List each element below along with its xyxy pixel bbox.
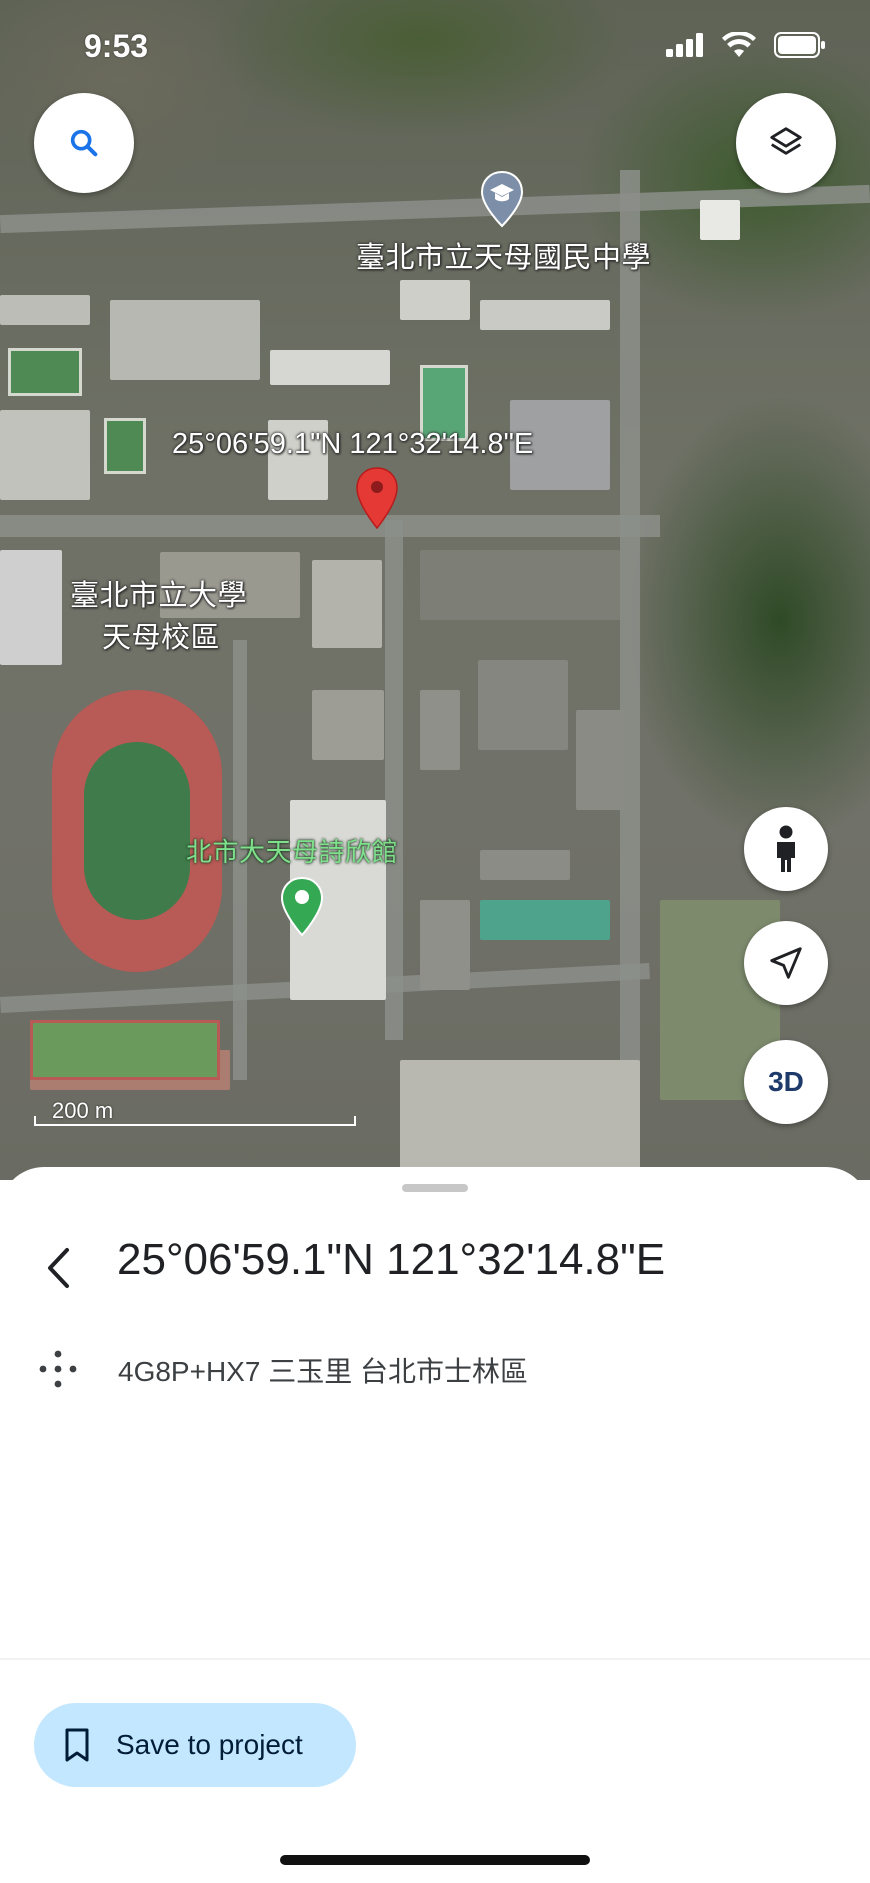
save-to-project-label: Save to project — [116, 1729, 303, 1760]
cellular-signal-icon — [666, 33, 703, 57]
status-bar: 9:53 — [0, 0, 870, 90]
map-label-poetry-hall[interactable]: 北市大天母詩欣館 — [186, 834, 398, 870]
plus-code-icon — [39, 1350, 77, 1388]
map-scale-bar — [34, 1116, 356, 1126]
map-court — [104, 418, 146, 474]
map-building — [420, 550, 620, 620]
map-building — [478, 660, 568, 750]
wifi-icon — [722, 32, 756, 57]
map-building — [312, 560, 382, 648]
layers-button[interactable] — [736, 93, 836, 193]
map-building — [400, 1060, 640, 1170]
map-building — [312, 690, 384, 760]
map-building — [0, 295, 90, 325]
chevron-left-icon — [48, 1248, 69, 1288]
satellite-map[interactable]: 臺北市立天母國民中學 臺北市立大學 天母校區 北市大天母詩欣館 25°06'59… — [0, 0, 870, 1180]
map-road — [620, 170, 640, 1180]
map-building — [420, 690, 460, 770]
green-place-pin-icon[interactable] — [278, 876, 326, 938]
map-court — [30, 1020, 220, 1080]
map-court — [8, 348, 82, 396]
status-time: 9:53 — [84, 28, 149, 64]
navigation-arrow-icon — [770, 947, 802, 979]
sheet-drag-handle[interactable] — [402, 1184, 468, 1192]
map-building — [576, 710, 624, 810]
map-building — [420, 900, 470, 990]
back-button[interactable] — [24, 1233, 94, 1303]
home-indicator[interactable] — [280, 1855, 590, 1865]
map-building — [270, 350, 390, 385]
map-label-junior-high[interactable]: 臺北市立天母國民中學 — [356, 240, 651, 276]
map-building — [0, 410, 90, 500]
map-building — [400, 280, 470, 320]
track-infield — [84, 742, 190, 920]
map-label-university-campus[interactable]: 天母校區 — [102, 620, 220, 656]
map-building — [480, 900, 610, 940]
my-location-button[interactable] — [744, 921, 828, 1005]
map-building — [480, 300, 610, 330]
place-title: 25°06'59.1"N 121°32'14.8"E — [117, 1235, 666, 1284]
red-dropped-pin-icon[interactable] — [354, 466, 400, 530]
sheet-divider — [0, 1658, 870, 1660]
map-building — [0, 550, 62, 665]
plus-code-address[interactable]: 4G8P+HX7 三玉里 台北市士林區 — [118, 1350, 528, 1390]
save-to-project-button[interactable]: Save to project — [34, 1703, 356, 1787]
place-bottom-sheet[interactable]: 25°06'59.1"N 121°32'14.8"E 4G8P+HX7 三玉里 … — [0, 1167, 870, 1883]
street-view-button[interactable] — [744, 807, 828, 891]
search-button[interactable] — [34, 93, 134, 193]
map-road — [385, 520, 403, 1040]
layers-icon — [770, 127, 802, 155]
pegman-icon — [777, 825, 795, 872]
map-building — [110, 300, 260, 380]
3d-toggle-button[interactable]: 3D — [744, 1040, 828, 1124]
bookmark-icon — [65, 1728, 89, 1762]
status-icons — [666, 32, 826, 58]
map-scale: 200 m — [34, 1098, 356, 1130]
battery-icon — [774, 32, 825, 58]
school-marker-icon[interactable] — [478, 170, 526, 230]
map-building — [480, 850, 570, 880]
map-road — [0, 515, 660, 537]
map-label-coordinates: 25°06'59.1"N 121°32'14.8"E — [172, 428, 534, 460]
running-track — [52, 690, 222, 972]
search-icon — [70, 129, 98, 157]
map-label-university[interactable]: 臺北市立大學 — [70, 578, 247, 614]
map-building — [700, 200, 740, 240]
